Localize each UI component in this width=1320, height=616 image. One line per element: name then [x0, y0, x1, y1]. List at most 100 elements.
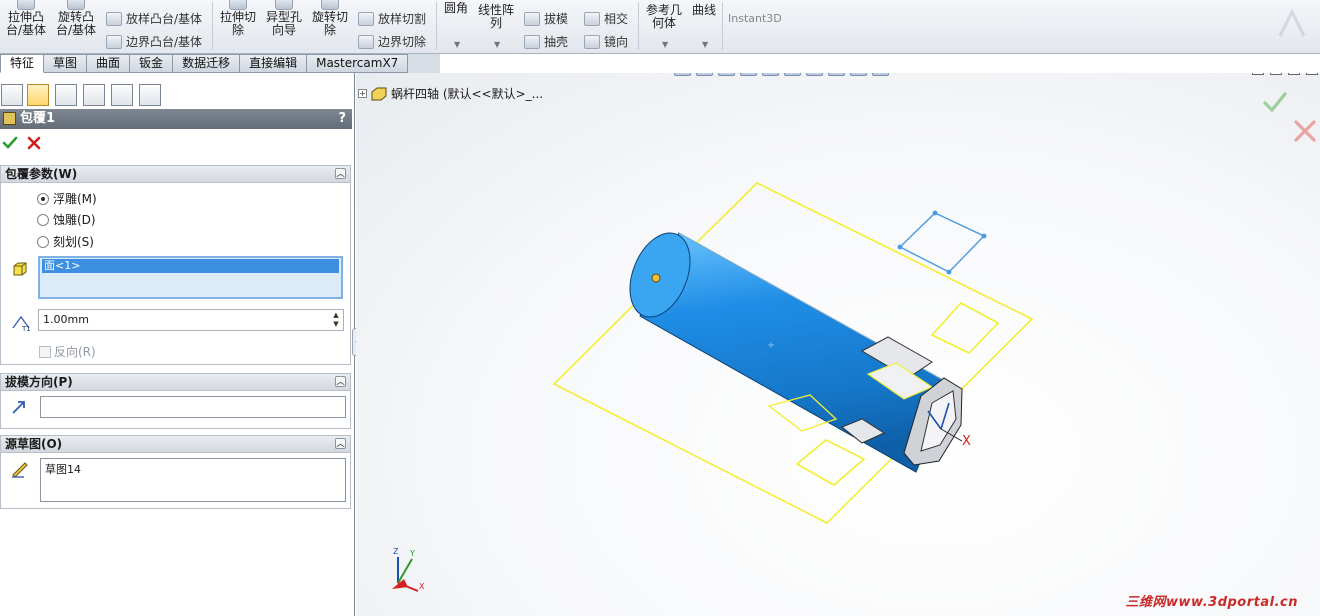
- triad-z-label: Z: [393, 547, 399, 556]
- linear-pattern-button[interactable]: 线性阵 列: [478, 4, 514, 30]
- tab-features[interactable]: 特征: [0, 54, 45, 73]
- emboss-radio[interactable]: [37, 192, 49, 205]
- reference-geometry-button[interactable]: 参考几 何体: [646, 4, 682, 30]
- ok-checkmark-icon[interactable]: [2, 135, 18, 151]
- triad-x-label: X: [419, 582, 425, 591]
- revolved-cut-label-2: 除: [324, 23, 337, 37]
- ribbon-separator: [722, 2, 723, 50]
- direction-arrow-icon: [12, 401, 25, 414]
- display-manager-icon[interactable]: [111, 84, 133, 106]
- ribbon-separator: [436, 2, 437, 50]
- collapse-chevron-icon[interactable]: ︿: [335, 168, 346, 179]
- curves-button[interactable]: 曲线: [692, 4, 716, 17]
- boundary-cut-label: 边界切除: [378, 35, 427, 49]
- intersect-button[interactable]: 相交: [584, 10, 628, 27]
- mirror-icon: [584, 34, 600, 49]
- face-selection-item[interactable]: 面<1>: [42, 259, 339, 273]
- collapse-chevron-icon[interactable]: ︿: [335, 438, 346, 449]
- intersect-icon: [584, 11, 600, 26]
- extruded-cut-label-2: 除: [232, 23, 245, 37]
- thickness-input[interactable]: 1.00mm ▲ ▼: [38, 309, 344, 331]
- source-sketch-header[interactable]: 源草图(O) ︿: [1, 436, 350, 453]
- curves-dropdown-arrow-icon[interactable]: ▼: [702, 40, 708, 49]
- thickness-spinner-icon[interactable]: ▲ ▼: [331, 311, 341, 329]
- pull-direction-field[interactable]: [40, 396, 346, 418]
- lofted-cut-label: 放样切割: [378, 12, 427, 26]
- tab-surfaces[interactable]: 曲面: [87, 54, 131, 73]
- boundary-cut-button[interactable]: 边界切除: [358, 33, 426, 50]
- source-sketch-group: 源草图(O) ︿ 草图14: [0, 435, 351, 509]
- panel-title-bar: 包覆1 ?: [0, 109, 352, 129]
- property-manager-icon[interactable]: [27, 84, 49, 106]
- reverse-direction-label: 反向(R): [54, 345, 96, 359]
- origin-x-label: X: [962, 434, 971, 449]
- emboss-label: 浮雕(M): [53, 192, 97, 206]
- cam-manager-icon[interactable]: [139, 84, 161, 106]
- fillet-dropdown-arrow-icon[interactable]: ▼: [454, 40, 460, 49]
- extrude-icon: [17, 0, 36, 10]
- deboss-radio[interactable]: [37, 213, 49, 226]
- feature-manager-tree-icon[interactable]: [1, 84, 23, 106]
- face-selection-box[interactable]: 面<1>: [38, 256, 343, 299]
- scribe-option[interactable]: 刻划(S): [37, 233, 94, 250]
- extruded-cut-icon: [229, 0, 247, 10]
- graphics-area[interactable]: + 蜗杆四轴 (默认<<默认>_... ▭ ▯ – ❐: [356, 73, 1320, 616]
- extruded-cut-button[interactable]: 拉伸切 除: [220, 0, 256, 37]
- reference-geometry-dropdown-arrow-icon[interactable]: ▼: [662, 40, 668, 49]
- sketch-rectangle-selected[interactable]: [897, 210, 987, 275]
- instant3d-button[interactable]: Instant3D: [728, 12, 782, 25]
- deboss-label: 蚀雕(D): [53, 213, 96, 227]
- loft-boss-button[interactable]: 放样凸台/基体: [106, 10, 202, 27]
- deboss-option[interactable]: 蚀雕(D): [37, 211, 96, 228]
- command-manager-ribbon: 拉伸凸 台/基体 旋转凸 台/基体 放样凸台/基体 边界凸台/基体 拉伸切 除 …: [0, 0, 1320, 54]
- draft-button[interactable]: 拔模: [524, 10, 568, 27]
- mirror-button[interactable]: 镜向: [584, 33, 628, 50]
- tab-mastercam[interactable]: MastercamX7: [307, 54, 409, 73]
- intersect-label: 相交: [604, 12, 629, 26]
- wrap-feature-icon: [3, 112, 16, 125]
- fillet-label: 圆角: [444, 1, 469, 15]
- model-viewport[interactable]: X Z Y X: [356, 73, 1320, 616]
- pull-direction-group: 拔模方向(P) ︿: [0, 373, 351, 429]
- dimxpert-manager-icon[interactable]: [83, 84, 105, 106]
- panel-title: 包覆1: [20, 111, 56, 126]
- shell-button[interactable]: 抽壳: [524, 33, 568, 50]
- lofted-cut-icon: [358, 11, 374, 26]
- thickness-value: 1.00mm: [43, 313, 89, 326]
- wrap-parameters-title: 包覆参数(W): [5, 167, 78, 181]
- fillet-button[interactable]: 圆角: [444, 2, 468, 15]
- revolved-boss-button[interactable]: 旋转凸 台/基体: [56, 0, 96, 37]
- triad-y-label: Y: [409, 549, 415, 558]
- collapse-chevron-icon[interactable]: ︿: [335, 376, 346, 387]
- linear-pattern-dropdown-arrow-icon[interactable]: ▼: [494, 40, 500, 49]
- configuration-manager-icon[interactable]: [55, 84, 77, 106]
- shell-label: 抽壳: [544, 35, 569, 49]
- reverse-direction-checkbox[interactable]: [39, 345, 51, 358]
- loft-icon: [106, 11, 122, 26]
- boundary-boss-label: 边界凸台/基体: [126, 35, 203, 49]
- wrap-parameters-header[interactable]: 包覆参数(W) ︿: [1, 166, 350, 183]
- reverse-direction-option[interactable]: 反向(R): [39, 343, 96, 360]
- hole-wizard-button[interactable]: 异型孔 向导: [266, 0, 302, 37]
- pull-direction-header[interactable]: 拔模方向(P) ︿: [1, 374, 350, 391]
- extruded-boss-button[interactable]: 拉伸凸 台/基体: [6, 0, 46, 37]
- emboss-option[interactable]: 浮雕(M): [37, 190, 97, 207]
- curves-label: 曲线: [692, 3, 717, 17]
- cancel-x-icon[interactable]: [26, 135, 42, 151]
- tab-sheet-metal[interactable]: 钣金: [130, 54, 174, 73]
- source-sketch-title: 源草图(O): [5, 437, 63, 451]
- extruded-boss-label-2: 台/基体: [6, 23, 47, 37]
- lofted-cut-button[interactable]: 放样切割: [358, 10, 426, 27]
- reference-geometry-label-2: 何体: [652, 16, 677, 30]
- help-button[interactable]: ?: [338, 109, 346, 129]
- tab-data-migration[interactable]: 数据迁移: [173, 54, 241, 73]
- svg-text:T1: T1: [21, 325, 31, 332]
- tab-direct-editing[interactable]: 直接编辑: [240, 54, 308, 73]
- revolved-cut-button[interactable]: 旋转切 除: [312, 0, 348, 37]
- ribbon-separator: [638, 2, 639, 50]
- boundary-boss-button[interactable]: 边界凸台/基体: [106, 33, 202, 50]
- face-selection-icon: [13, 262, 27, 276]
- scribe-radio[interactable]: [37, 235, 49, 248]
- source-sketch-field[interactable]: 草图14: [40, 458, 346, 502]
- tab-sketch[interactable]: 草图: [44, 54, 88, 73]
